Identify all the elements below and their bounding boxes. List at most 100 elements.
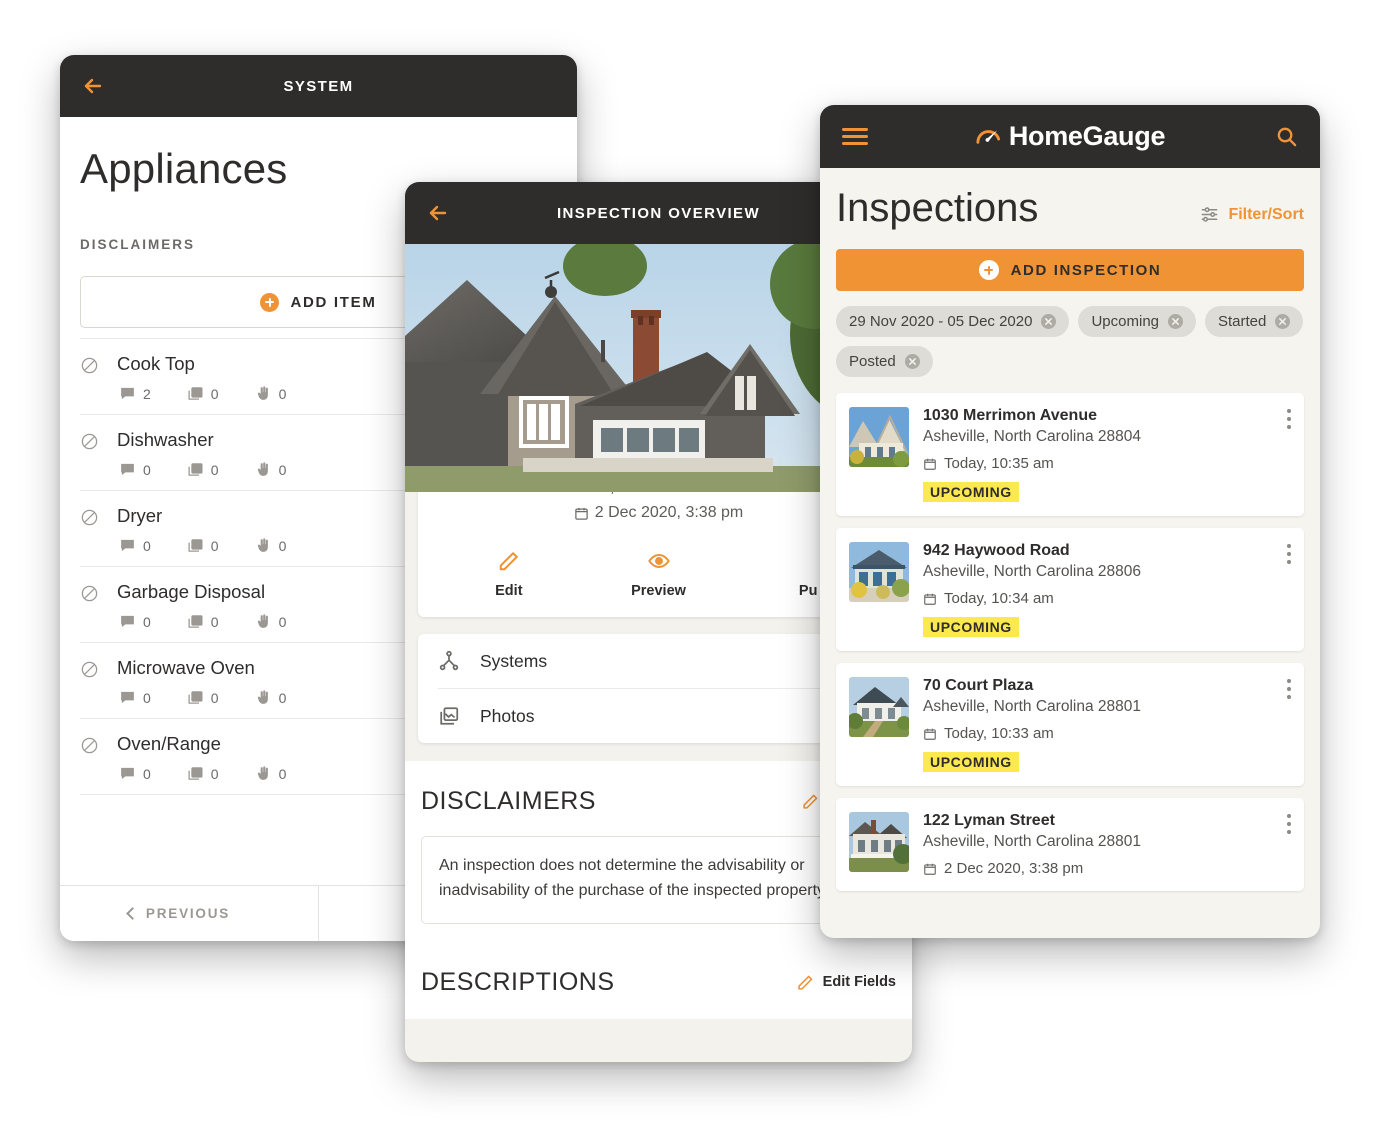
hand-count: 0 <box>255 537 286 554</box>
photo-count-value: 0 <box>210 537 219 554</box>
card-datetime-text: Today, 10:34 am <box>944 590 1054 607</box>
inspections-list: 1030 Merrimon Avenue Asheville, North Ca… <box>836 393 1304 891</box>
edit-fields-button[interactable]: Edit Fields <box>797 974 896 991</box>
ban-icon <box>80 736 99 755</box>
list-item[interactable]: 70 Court Plaza Asheville, North Carolina… <box>836 663 1304 786</box>
filter-sort-button[interactable]: Filter/Sort <box>1200 205 1304 231</box>
nav-photos-label: Photos <box>480 705 535 726</box>
hand-count: 0 <box>255 689 286 706</box>
inspections-topbar: HomeGauge <box>820 105 1320 168</box>
kebab-menu-icon[interactable] <box>1287 814 1291 838</box>
chip-label: Upcoming <box>1091 313 1159 330</box>
photo-count-value: 0 <box>210 461 219 478</box>
pencil-icon <box>802 793 819 810</box>
comment-count: 0 <box>119 689 151 706</box>
card-datetime: Today, 10:33 am <box>923 725 1291 742</box>
close-circle-icon[interactable] <box>904 354 920 369</box>
blue-bungalow-photo <box>849 542 909 602</box>
nav-systems-label: Systems <box>480 650 548 671</box>
photo-count: 0 <box>187 689 219 706</box>
filter-chip[interactable]: Posted <box>836 346 933 377</box>
close-circle-icon[interactable] <box>1168 314 1183 329</box>
previous-button[interactable]: PREVIOUS <box>60 886 318 941</box>
card-datetime-text: Today, 10:35 am <box>944 455 1054 472</box>
card-datetime: Today, 10:35 am <box>923 455 1291 472</box>
list-item[interactable]: 122 Lyman Street Asheville, North Caroli… <box>836 798 1304 891</box>
edit-action[interactable]: Edit <box>434 548 584 599</box>
filter-chip[interactable]: Started <box>1205 306 1304 337</box>
ban-icon <box>80 356 99 375</box>
sitemap-icon <box>438 650 460 672</box>
ban-icon <box>80 432 99 451</box>
card-city: Asheville, North Carolina 28801 <box>923 833 1141 850</box>
chevron-left-icon <box>126 907 139 920</box>
close-circle-icon[interactable] <box>1041 314 1057 329</box>
filter-chip[interactable]: Upcoming <box>1078 306 1196 337</box>
status-badge: UPCOMING <box>923 617 1019 637</box>
property-city: Asheville, North Carolina 28801 <box>434 492 883 497</box>
card-address: 122 Lyman Street <box>923 812 1055 829</box>
back-arrow-icon[interactable] <box>425 200 451 226</box>
chip-label: Started <box>1218 313 1267 330</box>
photo-count: 0 <box>187 461 219 478</box>
ban-icon <box>80 584 99 603</box>
eye-icon <box>584 548 734 574</box>
screenshot-stage: SYSTEM Appliances DISCLAIMERS ADD ITEM C… <box>0 0 1386 1132</box>
card-city: Asheville, North Carolina 28801 <box>923 698 1141 715</box>
calendar-icon <box>923 862 937 876</box>
list-item[interactable]: 942 Haywood Road Asheville, North Caroli… <box>836 528 1304 651</box>
descriptions-title: DESCRIPTIONS <box>421 967 615 996</box>
kebab-menu-icon[interactable] <box>1287 679 1291 703</box>
comment-count-value: 2 <box>143 385 151 402</box>
calendar-icon <box>923 457 937 471</box>
photo-count: 0 <box>187 537 219 554</box>
filter-chip[interactable]: 29 Nov 2020 - 05 Dec 2020 <box>836 306 1070 337</box>
card-city: Asheville, North Carolina 28806 <box>923 563 1141 580</box>
close-circle-icon[interactable] <box>1275 314 1291 329</box>
hand-count: 0 <box>255 613 286 630</box>
white-house-photo <box>849 677 909 737</box>
photo-count: 0 <box>187 613 219 630</box>
comment-count: 2 <box>119 385 151 402</box>
kebab-menu-icon[interactable] <box>1287 544 1291 568</box>
preview-action[interactable]: Preview <box>584 548 734 599</box>
filter-sort-label: Filter/Sort <box>1228 205 1304 223</box>
previous-label: PREVIOUS <box>145 906 231 921</box>
property-datetime-text: 2 Dec 2020, 3:38 pm <box>594 504 744 521</box>
pencil-icon <box>434 548 584 574</box>
photo-count-value: 0 <box>210 689 219 706</box>
disclaimer-text: An inspection does not determine the adv… <box>439 857 829 899</box>
hand-count: 0 <box>255 461 286 478</box>
plus-circle-icon <box>978 260 999 280</box>
calendar-icon <box>574 506 589 521</box>
comment-count: 0 <box>119 765 151 782</box>
comment-count: 0 <box>119 537 151 554</box>
calendar-icon <box>923 592 937 606</box>
add-inspection-label: ADD INSPECTION <box>1010 261 1162 279</box>
comment-count: 0 <box>119 613 151 630</box>
kebab-menu-icon[interactable] <box>1287 409 1291 433</box>
status-badge: UPCOMING <box>923 752 1019 772</box>
pencil-icon <box>797 974 814 991</box>
inspections-body: Inspections Filter/Sort ADD INSPECTION 2… <box>820 168 1320 938</box>
system-title: SYSTEM <box>283 77 354 95</box>
list-item[interactable]: 1030 Merrimon Avenue Asheville, North Ca… <box>836 393 1304 516</box>
hand-count: 0 <box>255 765 287 782</box>
brand-name: HomeGauge <box>1008 121 1166 151</box>
hand-count-value: 0 <box>278 765 287 782</box>
add-inspection-button[interactable]: ADD INSPECTION <box>836 249 1304 291</box>
card-datetime: 2 Dec 2020, 3:38 pm <box>923 860 1291 877</box>
status-badge: UPCOMING <box>923 482 1019 502</box>
chip-label: 29 Nov 2020 - 05 Dec 2020 <box>849 313 1033 330</box>
photos-icon <box>438 705 460 727</box>
add-item-label: ADD ITEM <box>290 293 377 311</box>
property-datetime: 2 Dec 2020, 3:38 pm <box>434 504 883 522</box>
descriptions-header: DESCRIPTIONS Edit Fields <box>421 968 896 1019</box>
inspections-header: Inspections Filter/Sort <box>836 168 1304 231</box>
back-arrow-icon[interactable] <box>80 73 106 99</box>
search-icon[interactable] <box>1275 125 1298 148</box>
plus-circle-icon <box>260 292 280 312</box>
hamburger-icon[interactable] <box>842 124 868 149</box>
card-address: 1030 Merrimon Avenue <box>923 407 1097 424</box>
photo-count-value: 0 <box>210 385 219 402</box>
